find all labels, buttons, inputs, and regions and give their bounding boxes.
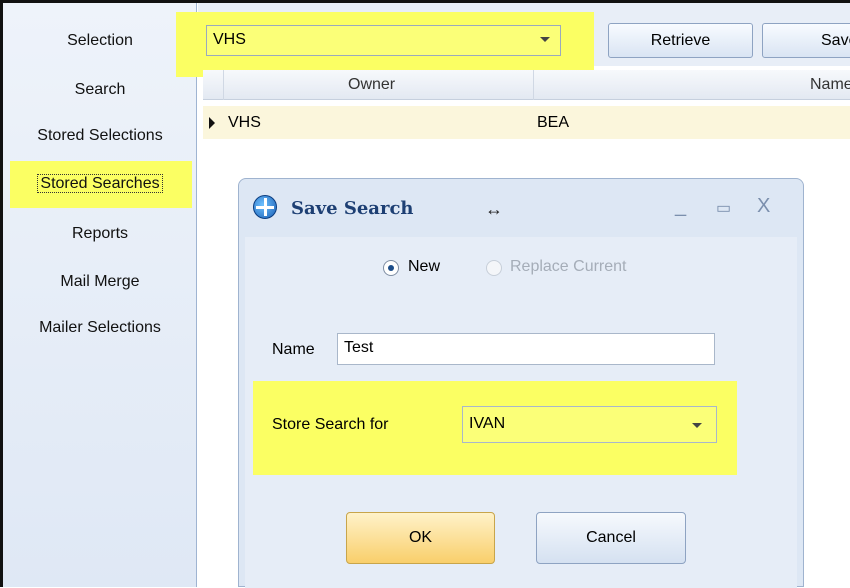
owner-combo[interactable]: VHS <box>206 25 561 56</box>
sidebar-item-label: Search <box>74 81 126 98</box>
maximize-button[interactable]: ▭ <box>716 198 731 218</box>
store-search-label: Store Search for <box>272 416 389 433</box>
column-header-name[interactable]: Name <box>810 76 850 94</box>
app-window: Selection Search Stored Selections Store… <box>0 0 850 588</box>
column-header-owner[interactable]: Owner <box>348 76 395 94</box>
owner-combo-value: VHS <box>213 31 246 48</box>
sidebar: Selection Search Stored Selections Store… <box>3 3 197 587</box>
move-arrows-icon: ↔ <box>485 199 503 219</box>
sidebar-item-label: Mail Merge <box>60 273 140 290</box>
sidebar-item-reports[interactable]: Reports <box>3 225 197 243</box>
table-cell-name: BEA <box>537 114 570 131</box>
header-separator <box>533 70 534 100</box>
chevron-down-icon[interactable] <box>692 423 702 428</box>
store-search-combo[interactable]: IVAN <box>462 406 717 443</box>
chevron-down-icon[interactable] <box>540 37 550 42</box>
cancel-button[interactable]: Cancel <box>536 512 686 564</box>
sidebar-item-label: Stored Selections <box>37 127 163 144</box>
app-globe-icon <box>253 195 277 219</box>
sidebar-item-label: Selection <box>67 32 133 49</box>
row-indicator-icon <box>209 117 215 129</box>
sidebar-item-search[interactable]: Search <box>3 81 197 99</box>
minimize-button[interactable]: _ <box>675 195 686 218</box>
sidebar-item-label: Reports <box>71 225 129 242</box>
name-field[interactable]: Test <box>337 333 715 365</box>
store-search-value: IVAN <box>469 415 506 432</box>
save-button[interactable]: Save <box>762 23 850 58</box>
radio-replace-label: Replace Current <box>510 258 627 275</box>
sidebar-item-mail-merge[interactable]: Mail Merge <box>3 273 197 291</box>
dialog-title: Save Search <box>291 198 414 219</box>
sidebar-item-mailer-selections[interactable]: Mailer Selections <box>3 319 197 337</box>
close-button[interactable]: X <box>757 195 770 218</box>
sidebar-item-label: Stored Searches <box>37 174 163 193</box>
table-cell-owner: VHS <box>228 114 261 131</box>
sidebar-item-stored-selections[interactable]: Stored Selections <box>3 127 197 145</box>
retrieve-button[interactable]: Retrieve <box>608 23 753 58</box>
sidebar-item-selection[interactable]: Selection <box>3 32 197 50</box>
name-label: Name <box>272 341 315 358</box>
header-separator <box>223 70 224 100</box>
radio-replace-current[interactable] <box>486 260 502 276</box>
grid-header: Owner Name <box>203 70 850 100</box>
radio-new-label: New <box>408 258 441 275</box>
sidebar-item-stored-searches[interactable]: Stored Searches <box>3 174 197 193</box>
table-row[interactable]: VHS BEA <box>203 106 850 139</box>
ok-button[interactable]: OK <box>346 512 495 564</box>
radio-new[interactable] <box>383 260 399 276</box>
name-field-value: Test <box>344 339 374 356</box>
sidebar-item-label: Mailer Selections <box>39 319 161 336</box>
